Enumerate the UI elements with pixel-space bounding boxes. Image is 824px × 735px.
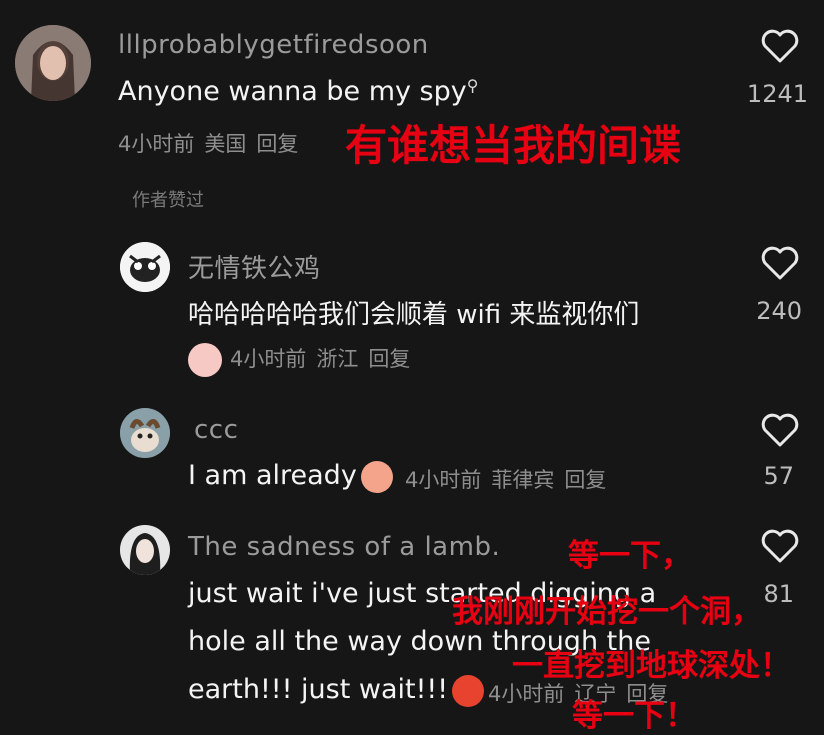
author-liked-label: 作者赞过 — [132, 190, 204, 211]
comment-meta: 4小时前 浙江 回复 — [188, 343, 420, 377]
translation-overlay-line: 一直挖到地球深处！ — [512, 648, 791, 684]
comment-text: I am already — [188, 460, 393, 493]
timestamp: 4小时前 — [488, 682, 565, 706]
location: 菲律宾 — [491, 468, 555, 492]
like-count: 57 — [763, 462, 794, 490]
like-count: 240 — [756, 297, 802, 325]
avatar[interactable] — [120, 525, 170, 575]
translation-overlay-line: 我刚刚开始挖一个洞， — [452, 594, 762, 630]
translation-overlay-line: 等一下， — [568, 538, 692, 574]
timestamp: 4小时前 — [118, 132, 195, 156]
timestamp: 4小时前 — [230, 347, 307, 371]
reply-button[interactable]: 回复 — [256, 132, 298, 156]
comment-meta: 4小时前 美国 回复 — [118, 128, 308, 158]
like-count: 1241 — [746, 80, 808, 108]
username[interactable]: lllprobablygetfiredsoon — [118, 30, 429, 60]
comment-text: 哈哈哈哈哈我们会顺着 wifi 来监视你们 — [188, 300, 640, 330]
username[interactable]: The sadness of a lamb. — [188, 532, 500, 562]
timestamp: 4小时前 — [405, 468, 482, 492]
avatar[interactable] — [120, 408, 170, 458]
comment-text: Anyone wanna be my spy⚲ — [118, 76, 479, 107]
translation-overlay: 有谁想当我的间谍 — [345, 121, 682, 170]
devil-face-icon — [452, 674, 485, 707]
location: 浙江 — [316, 347, 359, 371]
comment-text-line: earth!!! just wait!!! — [188, 674, 485, 707]
reply-button[interactable]: 回复 — [564, 468, 606, 492]
heart-icon[interactable] — [760, 412, 800, 448]
search-icon[interactable]: ⚲ — [467, 76, 479, 95]
crying-face-icon — [188, 343, 222, 377]
location: 美国 — [204, 132, 247, 156]
heart-icon[interactable] — [760, 528, 800, 564]
username[interactable]: 无情铁公鸡 — [188, 248, 321, 285]
peach-face-icon — [360, 460, 393, 493]
comment-meta: 4小时前 菲律宾 回复 — [405, 464, 616, 494]
heart-icon[interactable] — [760, 245, 800, 281]
username[interactable]: ccc — [194, 415, 238, 445]
avatar[interactable] — [120, 242, 170, 292]
avatar[interactable] — [15, 25, 91, 101]
reply-button[interactable]: 回复 — [368, 347, 410, 371]
heart-icon[interactable] — [760, 28, 800, 64]
translation-overlay-line: 等一下！ — [572, 698, 696, 734]
